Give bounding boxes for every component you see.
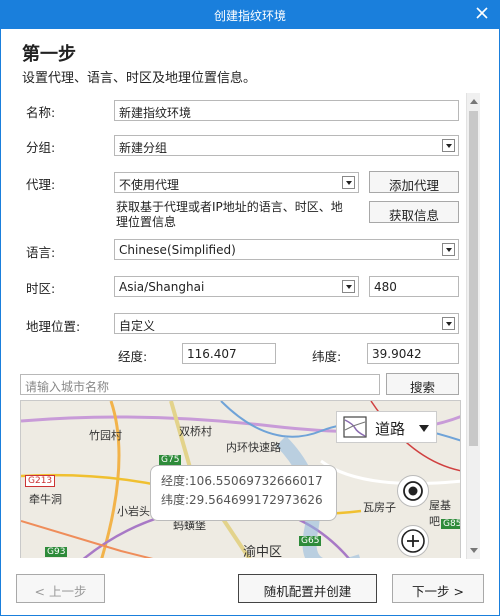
group-label: 分组: [26,140,56,155]
map-place: 双桥村 [179,425,212,438]
caret-down-icon [419,425,429,432]
locate-icon [403,481,423,501]
map-place: 瓦房子 [363,501,396,514]
road-badge: G75 [159,455,182,465]
proxy-hint: 获取基于代理或者IP地址的语言、时区、地 理位置信息 [116,200,366,230]
fetch-info-button[interactable]: 获取信息 [369,201,459,223]
proxy-hint-line1: 获取基于代理或者IP地址的语言、时区、地 [116,200,343,214]
geo-select[interactable]: 自定义 [114,313,459,334]
title-bar: 创建指纹环境 [0,0,500,29]
chevron-down-icon [442,317,455,330]
latitude-input[interactable]: 39.9042 [367,343,459,364]
map-place: 牵牛洞 [29,493,62,506]
map-type-selector[interactable]: 道路 [336,411,437,443]
road-badge: G85 [441,519,460,529]
chevron-down-icon [442,139,455,152]
proxy-hint-line2: 理位置信息 [116,215,177,229]
map-place: 内环快速路 [226,441,281,454]
vertical-scrollbar[interactable] [466,93,480,559]
plus-icon [401,529,425,553]
scrollbar-thumb[interactable] [469,111,478,446]
zoom-in-button[interactable] [397,525,429,557]
add-proxy-button[interactable]: 添加代理 [369,171,459,193]
road-badge: G93 [45,547,68,557]
group-select[interactable]: 新建分组 [114,135,459,156]
longitude-label: 经度: [118,349,148,364]
step-description: 设置代理、语言、时区及地理位置信息。 [22,71,257,86]
map-view[interactable]: 竹园村 双桥村 内环快速路 牵牛洞 小岩头 蚂蟥堡 渝中区 瓦房子 屋基吧 G6… [20,400,461,558]
scroll-up-icon[interactable] [470,99,478,104]
language-select[interactable]: Chinese(Simplified) [114,239,459,260]
step-title: 第一步 [22,44,76,65]
chevron-down-icon [342,280,355,293]
map-coordinate-tooltip: 经度:106.55069732666017 纬度:29.564699172973… [150,465,337,521]
map-layer-icon [343,416,367,438]
proxy-select-value: 不使用代理 [119,178,180,192]
proxy-label: 代理: [26,177,56,192]
close-icon[interactable] [474,5,490,21]
proxy-select[interactable]: 不使用代理 [114,172,359,193]
settings-panel: 名称: 新建指纹环境 分组: 新建分组 代理: 不使用代理 添加代理 获取基于代… [18,90,462,558]
name-label: 名称: [26,105,56,120]
city-search-input[interactable]: 请输入城市名称 [20,374,380,395]
timezone-label: 时区: [26,281,56,296]
map-place: 小岩头 [117,505,150,518]
name-input[interactable]: 新建指纹环境 [114,100,459,121]
prev-step-button[interactable]: < 上一步 [16,574,105,603]
longitude-input[interactable]: 116.407 [182,343,276,364]
chevron-down-icon [342,176,355,189]
window-title: 创建指纹环境 [213,9,286,23]
group-select-value: 新建分组 [119,141,168,155]
next-step-button[interactable]: 下一步 > [392,574,484,603]
latitude-label: 纬度: [312,349,342,364]
search-button[interactable]: 搜索 [386,373,459,395]
timezone-offset-input[interactable]: 480 [369,276,459,297]
chevron-down-icon [442,243,455,256]
road-badge: G65 [299,536,322,546]
map-type-label: 道路 [375,420,406,438]
random-create-button[interactable]: 随机配置并创建 [238,574,377,603]
timezone-select-value: Asia/Shanghai [119,280,205,294]
geo-label: 地理位置: [26,319,81,334]
language-label: 语言: [26,245,56,260]
map-place: 竹园村 [89,429,122,442]
language-select-value: Chinese(Simplified) [119,243,236,257]
locate-button[interactable] [397,475,429,507]
tooltip-longitude: 经度:106.55069732666017 [161,474,323,488]
tooltip-latitude: 纬度:29.564699172973626 [161,493,323,507]
road-badge: G213 [25,475,56,487]
timezone-select[interactable]: Asia/Shanghai [114,276,359,297]
map-place: 渝中区 [243,545,283,558]
scroll-down-icon[interactable] [470,548,478,553]
geo-select-value: 自定义 [119,319,156,333]
